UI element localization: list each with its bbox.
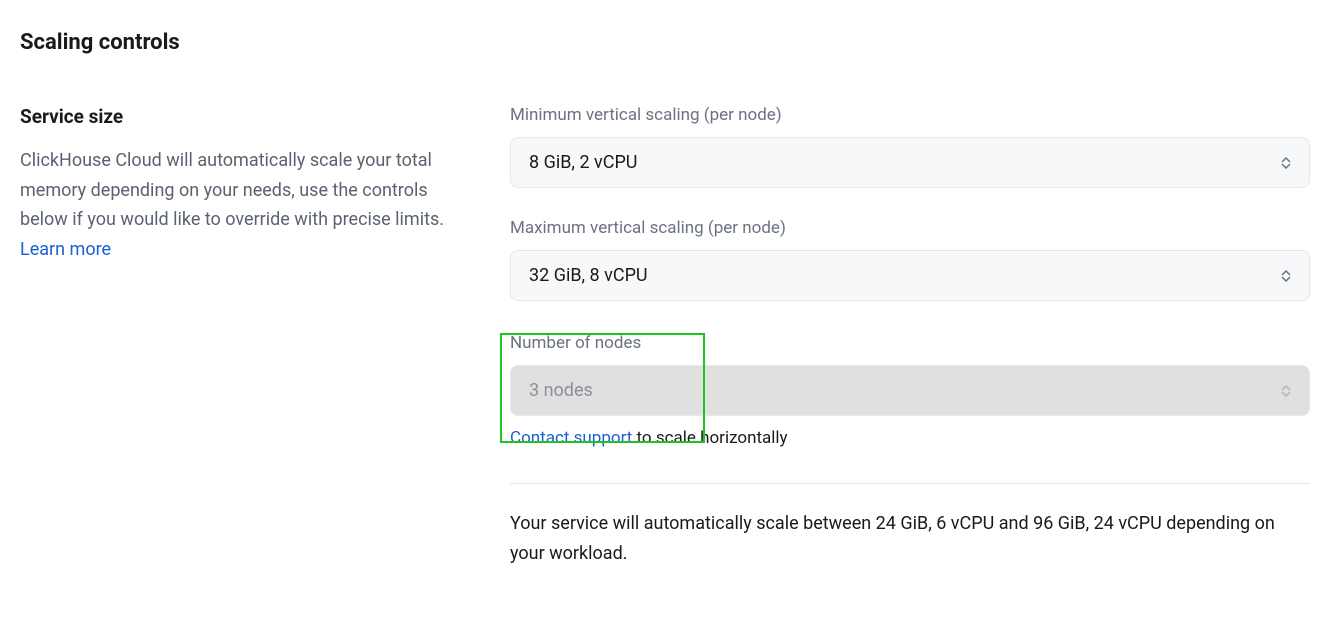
description-text: ClickHouse Cloud will automatically scal… — [20, 150, 444, 230]
nodes-hint-suffix: to scale horizontally — [632, 428, 787, 448]
nodes-hint: Contact support to scale horizontally — [510, 428, 1310, 448]
learn-more-link[interactable]: Learn more — [20, 239, 111, 260]
service-size-heading: Service size — [20, 105, 460, 128]
left-column: Service size ClickHouse Cloud will autom… — [20, 105, 460, 568]
nodes-value: 3 nodes — [529, 380, 593, 401]
min-scaling-group: Minimum vertical scaling (per node) 8 Gi… — [510, 105, 1310, 188]
scaling-container: Service size ClickHouse Cloud will autom… — [20, 105, 1310, 568]
min-scaling-value: 8 GiB, 2 vCPU — [529, 152, 637, 173]
max-scaling-value: 32 GiB, 8 vCPU — [529, 265, 648, 286]
max-scaling-group: Maximum vertical scaling (per node) 32 G… — [510, 218, 1310, 301]
service-size-description: ClickHouse Cloud will automatically scal… — [20, 146, 460, 265]
max-scaling-select[interactable]: 32 GiB, 8 vCPU — [510, 250, 1310, 301]
min-scaling-select[interactable]: 8 GiB, 2 vCPU — [510, 137, 1310, 188]
nodes-select: 3 nodes — [510, 365, 1310, 416]
nodes-group: Number of nodes 3 nodes Contact support … — [510, 331, 1310, 448]
divider — [510, 483, 1310, 484]
min-scaling-label: Minimum vertical scaling (per node) — [510, 105, 1310, 125]
right-column: Minimum vertical scaling (per node) 8 Gi… — [510, 105, 1310, 568]
chevron-updown-icon — [1281, 157, 1291, 169]
chevron-updown-icon — [1281, 385, 1291, 397]
page-title: Scaling controls — [20, 30, 1310, 55]
max-scaling-label: Maximum vertical scaling (per node) — [510, 218, 1310, 238]
nodes-label: Number of nodes — [510, 333, 1310, 353]
contact-support-link[interactable]: Contact support — [510, 428, 632, 448]
chevron-updown-icon — [1281, 270, 1291, 282]
scaling-summary: Your service will automatically scale be… — [510, 509, 1310, 568]
